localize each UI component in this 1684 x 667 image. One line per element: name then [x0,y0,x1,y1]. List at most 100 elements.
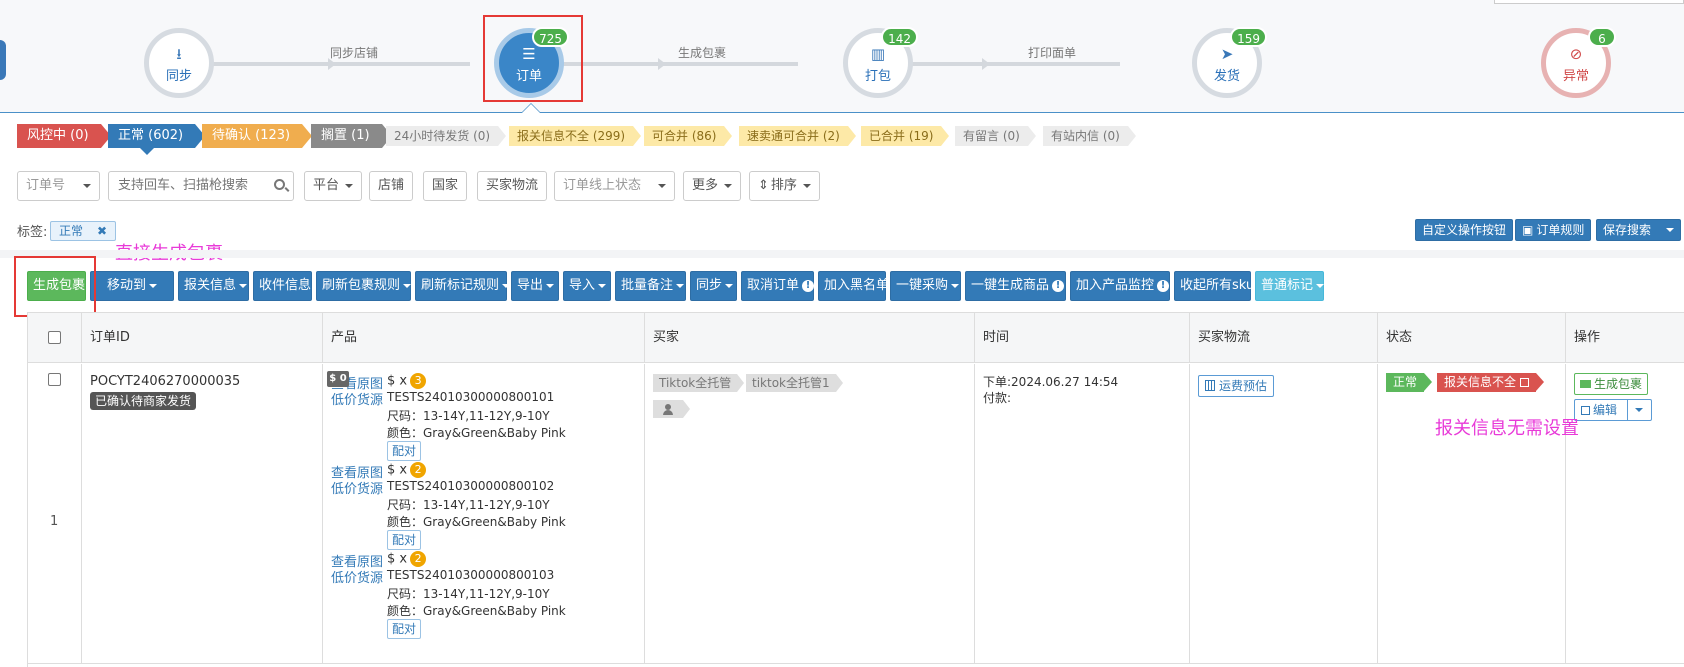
export-button[interactable]: 导出 [511,271,559,301]
refresh-package-rules-button[interactable]: 刷新包裹规则 [316,271,412,301]
refresh-mark-rules-button[interactable]: 刷新标记规则 [415,271,511,301]
annotation-customs-not-needed: 报关信息无需设置 [1435,418,1579,439]
close-icon[interactable]: ✖ [97,224,107,238]
order-no-select[interactable]: 订单号 [17,171,100,201]
chevron-down-icon [149,283,157,288]
step-sync-label: 同步 [165,69,192,84]
quantity-badge: 3 [410,373,427,389]
step-sync[interactable]: ⭳ 同步 [144,28,214,98]
step-ship[interactable]: ➤ 发货 159 [1192,27,1267,98]
customs-info-button[interactable]: 报关信息 [178,271,249,301]
pair-button[interactable]: 配对 [387,619,422,639]
save-search-label: 保存搜索 [1603,223,1652,237]
active-step-pointer [521,103,541,113]
chevron-down-icon [345,183,354,188]
buyer-logistics-button[interactable]: 买家物流 [477,171,548,201]
actions-cell: 生成包裹 编辑 [1566,364,1684,664]
sort-label: 排序 [770,178,797,193]
tab-has-inbox[interactable]: 有站内信 (0) [1043,126,1136,146]
ship-count-badge: 159 [1230,27,1267,47]
recipient-info-button[interactable]: 收件信息 [253,271,312,301]
tab-mergeable[interactable]: 可合并 (86) [644,126,733,146]
add-product-monitor-button[interactable]: 加入产品监控! [1070,271,1170,301]
chevron-down-icon[interactable] [1635,408,1643,412]
sync-button[interactable]: 同步 [690,271,737,301]
row-edit-label: 编辑 [1593,403,1618,417]
batch-note-label: 批量备注 [621,278,674,293]
row-checkbox[interactable] [48,373,61,386]
tab-customs-incomplete[interactable]: 报关信息不全 (299) [509,126,642,146]
row-edit-button[interactable]: 编辑 [1574,399,1652,421]
tab-merged[interactable]: 已合并 (19) [861,126,950,146]
shipping-estimate-button[interactable]: 运费预估 [1198,375,1275,397]
cancel-order-button[interactable]: 取消订单! [741,271,815,301]
product-item: 查看原图 低价货源 $ x2 TESTS24010300000800103 尺码… [323,542,643,639]
product-sku: TESTS24010300000800103 [387,568,555,582]
status-normal-badge: 正常 [1386,373,1433,392]
tab-risk-control[interactable]: 风控中 (0) [17,124,111,148]
tab-has-message[interactable]: 有留言 (0) [955,126,1036,146]
buyer-logistics-label: 买家物流 [486,178,539,193]
row-create-package-button[interactable]: 生成包裹 [1574,373,1649,395]
tab-24h-ship[interactable]: 24小时待发货 (0) [386,126,507,146]
customs-info-label: 报关信息 [184,278,237,293]
header-status: 状态 [1378,313,1566,363]
order-id[interactable]: POCYT2406270000035 [90,374,240,389]
save-search-button[interactable]: 保存搜索 [1596,219,1681,241]
search-icon[interactable] [274,179,285,190]
order-pipeline: 同步店铺 生成包裹 打印面单 ⭳ 同步 ☰ 订单 725 ▥ 打包 142 ➤ … [0,0,1684,113]
online-status-select[interactable]: 订单线上状态 [554,171,675,201]
order-no-select-label: 订单号 [26,178,66,193]
import-button[interactable]: 导入 [563,271,611,301]
orders-table: 订单ID 产品 买家 时间 买家物流 状态 操作 1 POCYT24062700… [27,312,1684,667]
move-to-button[interactable]: 移动到 [90,271,174,301]
top-right-panel-edge [1494,0,1684,4]
tab-on-hold[interactable]: 搁置 (1) [311,124,392,148]
order-rules-button[interactable]: ▣ 订单规则 [1515,219,1592,241]
status-customs-incomplete-badge[interactable]: 报关信息不全 [1437,373,1545,392]
collapse-all-sku-button[interactable]: 收起所有sku [1174,271,1254,301]
tab-normal[interactable]: 正常 (602) [108,124,206,148]
connector-create-package: 生成包裹 [678,46,727,60]
edit-icon [1520,378,1530,387]
low-price-source-link[interactable]: 低价货源 [331,389,383,408]
tag-row: 标签: 正常 ✖ [17,221,117,241]
one-click-create-product-button[interactable]: 一键生成商品! [965,271,1066,301]
row-select-cell: 1 [28,364,82,664]
more-dropdown[interactable]: 更多 [683,171,742,201]
product-sku: TESTS24010300000800101 [387,390,555,404]
product-size: 尺码：13-14Y,11-12Y,9-10Y [387,498,550,512]
add-product-monitor-label: 加入产品监控 [1076,278,1155,293]
step-exception[interactable]: ⊘ 异常 6 [1541,27,1616,98]
sort-dropdown[interactable]: ⇕ 排序 [749,171,820,201]
left-edge-tab [0,40,6,80]
row-edit-label-wrap: 编辑 [1581,400,1617,420]
product-size: 尺码：13-14Y,11-12Y,9-10Y [387,409,550,423]
one-click-purchase-button[interactable]: 一键采购 [890,271,961,301]
normal-mark-button[interactable]: 普通标记 [1255,271,1325,301]
cancel-order-label: 取消订单 [747,278,800,293]
select-all-cell [28,313,82,363]
low-price-source-link[interactable]: 低价货源 [331,567,383,586]
step-pack[interactable]: ▥ 打包 142 [843,27,918,98]
search-input[interactable] [118,172,268,199]
tab-aliexpress-mergeable[interactable]: 速卖通可合并 (2) [739,126,856,146]
tag-normal[interactable]: 正常 ✖ [50,221,117,241]
batch-note-button[interactable]: 批量备注 [615,271,686,301]
low-price-source-link[interactable]: 低价货源 [331,478,383,497]
search-box[interactable] [108,171,294,201]
order-rules-label: 订单规则 [1536,223,1585,237]
add-blacklist-button[interactable]: 加入黑名单 [818,271,889,301]
shop-button[interactable]: 店铺 [369,171,414,201]
country-button[interactable]: 国家 [423,171,468,201]
platform-label: 平台 [313,178,340,193]
platform-dropdown[interactable]: 平台 [304,171,363,201]
product-price: $ x2 [387,462,427,478]
buyer-user-chip[interactable] [653,400,690,418]
country-label: 国家 [432,178,459,193]
select-all-checkbox[interactable] [48,331,61,344]
tab-pending-confirm[interactable]: 待确认 (123) [202,124,313,148]
chevron-down-icon [676,283,685,288]
custom-action-button[interactable]: 自定义操作按钮 [1415,219,1514,241]
quantity-badge: 2 [410,462,427,478]
